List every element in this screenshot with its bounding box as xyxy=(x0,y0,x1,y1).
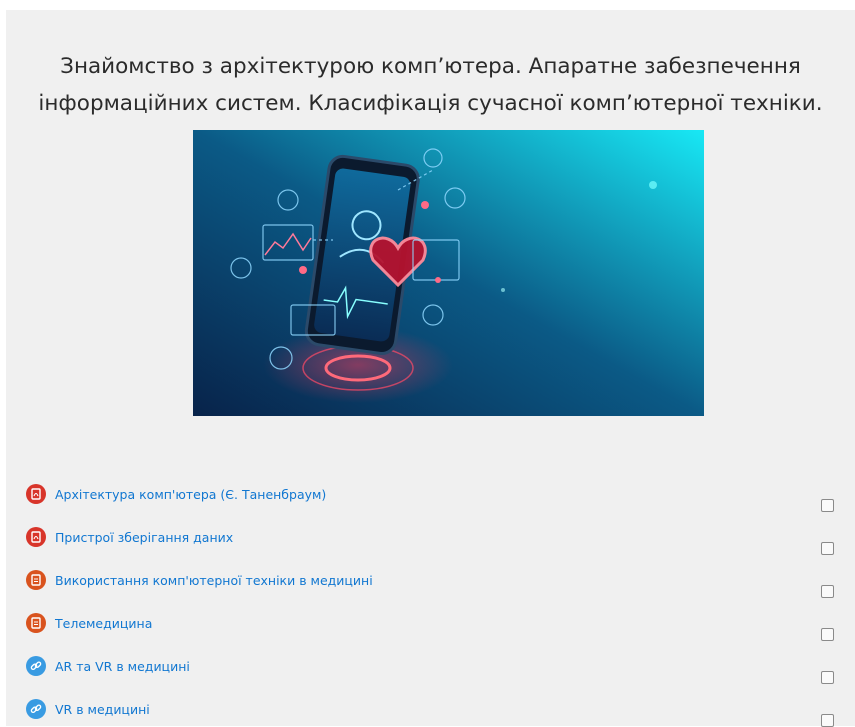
activity-link[interactable]: VR в медицині xyxy=(55,702,150,717)
activity-item[interactable]: Пристрої зберігання даних xyxy=(26,526,846,548)
link-icon xyxy=(26,699,46,719)
completion-checkbox[interactable] xyxy=(821,714,834,727)
activity-item[interactable]: AR та VR в медицині xyxy=(26,655,846,677)
completion-checkbox[interactable] xyxy=(821,542,834,555)
activity-link[interactable]: Використання комп'ютерної техніки в меди… xyxy=(55,573,373,588)
link-icon xyxy=(26,656,46,676)
activity-item[interactable]: Телемедицина xyxy=(26,612,846,634)
activity-link[interactable]: Архітектура комп'ютера (Є. Таненбраум) xyxy=(55,487,326,502)
pdf-icon xyxy=(26,527,46,547)
completion-checkbox[interactable] xyxy=(821,628,834,641)
pdf-icon xyxy=(26,484,46,504)
section-title: Знайомство з архітектурою комп’ютера. Ап… xyxy=(6,48,855,122)
course-section: Знайомство з архітектурою комп’ютера. Ап… xyxy=(6,10,855,727)
section-title-line-2: інформаційних систем. Класифікація сучас… xyxy=(38,91,823,116)
activity-item[interactable]: VR в медицині xyxy=(26,698,846,720)
activity-item[interactable]: Використання комп'ютерної техніки в меди… xyxy=(26,569,846,591)
section-title-line-1: Знайомство з архітектурою комп’ютера. Ап… xyxy=(60,54,801,79)
activity-item[interactable]: Архітектура комп'ютера (Є. Таненбраум) xyxy=(26,483,846,505)
section-banner-image xyxy=(193,130,704,416)
completion-checkbox[interactable] xyxy=(821,671,834,684)
activity-link[interactable]: Телемедицина xyxy=(55,616,152,631)
document-icon xyxy=(26,570,46,590)
document-icon xyxy=(26,613,46,633)
activity-link[interactable]: AR та VR в медицині xyxy=(55,659,190,674)
completion-checkbox[interactable] xyxy=(821,499,834,512)
activity-link[interactable]: Пристрої зберігання даних xyxy=(55,530,233,545)
completion-checkbox[interactable] xyxy=(821,585,834,598)
